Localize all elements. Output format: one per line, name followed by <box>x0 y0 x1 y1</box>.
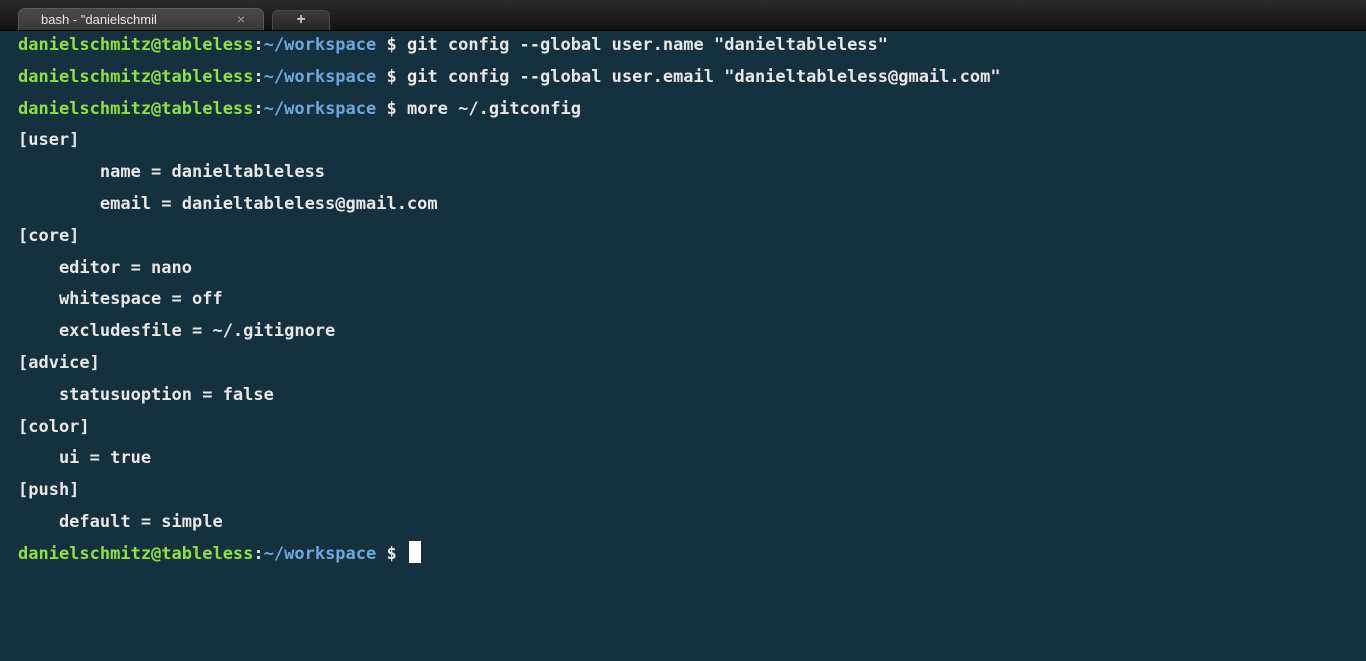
output-line: email = danieltableless@gmail.com <box>18 193 438 214</box>
output-line: ui = true <box>18 448 152 469</box>
output-line: [push] <box>18 480 80 501</box>
terminal-window: bash - "danielschmil × + danielschmitz@t… <box>0 0 1366 661</box>
prompt-symbol: $ <box>376 66 407 87</box>
command-text: git config --global user.name "danieltab… <box>406 35 889 55</box>
close-icon[interactable]: × <box>237 11 245 27</box>
tab-bash[interactable]: bash - "danielschmil × <box>18 8 264 30</box>
tab-bar: bash - "danielschmil × + <box>0 0 1366 31</box>
prompt-user-host: danielschmitz@tableless <box>18 66 254 87</box>
command-line: danielschmitz@tableless:~/workspace $ gi… <box>18 62 1366 94</box>
terminal-output[interactable]: danielschmitz@tableless:~/workspace $ gi… <box>0 30 1366 661</box>
output-line: default = simple <box>18 511 223 532</box>
output-line: editor = nano <box>18 257 192 278</box>
output-line: name = danieltableless <box>18 162 326 183</box>
prompt-path: ~/workspace <box>263 35 377 55</box>
prompt-symbol: $ <box>376 35 407 55</box>
prompt-separator: : <box>253 35 264 55</box>
text-cursor[interactable] <box>408 540 421 563</box>
prompt-user-host: danielschmitz@tableless <box>18 35 254 55</box>
output-line: [advice] <box>18 352 100 373</box>
output-line: [core] <box>18 225 80 246</box>
prompt-symbol: $ <box>376 98 407 119</box>
prompt-path: ~/workspace <box>263 543 377 564</box>
new-tab-button[interactable]: + <box>272 10 330 30</box>
prompt-separator: : <box>253 66 264 87</box>
prompt-path: ~/workspace <box>263 98 377 119</box>
output-line: whitespace = off <box>18 289 223 310</box>
active-prompt-line[interactable]: danielschmitz@tableless:~/workspace $ <box>18 539 1366 571</box>
prompt-separator: : <box>253 98 264 119</box>
output-line: [user] <box>18 130 80 151</box>
output-line: statusuoption = false <box>18 384 274 405</box>
prompt-user-host: danielschmitz@tableless <box>18 98 254 119</box>
command-text: more ~/.gitconfig <box>406 98 581 119</box>
prompt-user-host: danielschmitz@tableless <box>18 543 254 564</box>
prompt-separator: : <box>253 543 264 564</box>
command-line: danielschmitz@tableless:~/workspace $ mo… <box>18 94 1366 126</box>
tab-title: bash - "danielschmil <box>41 12 157 27</box>
command-text: git config --global user.email "danielta… <box>406 66 1001 87</box>
prompt-path: ~/workspace <box>263 66 377 87</box>
command-line: danielschmitz@tableless:~/workspace $ gi… <box>18 30 1366 62</box>
prompt-symbol: $ <box>376 543 407 564</box>
output-line: [color] <box>18 416 90 437</box>
output-line: excludesfile = ~/.gitignore <box>18 321 336 342</box>
